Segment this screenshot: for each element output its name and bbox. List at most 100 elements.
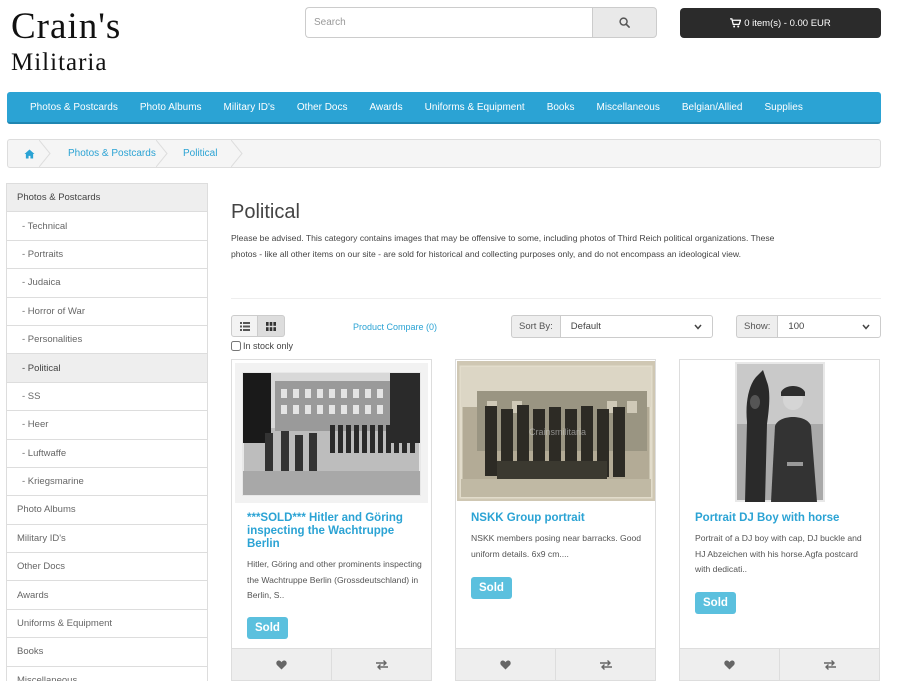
heart-icon bbox=[724, 659, 735, 670]
list-view-button[interactable] bbox=[231, 315, 258, 337]
site-logo[interactable]: Crain's Militaria bbox=[11, 8, 121, 75]
product-name[interactable]: NSKK Group portrait bbox=[471, 512, 646, 525]
sold-badge: Sold bbox=[695, 592, 736, 614]
sidebar-item-military-ids[interactable]: Military ID's bbox=[7, 524, 207, 554]
sidebar-item-horror-of-war[interactable]: - Horror of War bbox=[7, 297, 207, 326]
in-stock-label: In stock only bbox=[243, 341, 294, 351]
nav-item-awards[interactable]: Awards bbox=[358, 102, 413, 113]
sidebar-item-political[interactable]: - Political bbox=[7, 354, 207, 383]
sidebar-item-other-docs[interactable]: Other Docs bbox=[7, 553, 207, 582]
wishlist-button[interactable] bbox=[456, 649, 556, 680]
nav-item-belgian-allied[interactable]: Belgian/Allied bbox=[671, 102, 754, 113]
sidebar-item-ss[interactable]: - SS bbox=[7, 382, 207, 412]
search-button[interactable] bbox=[592, 7, 657, 38]
sort-value: Default bbox=[570, 321, 601, 332]
sidebar-item-photos-postcards[interactable]: Photos & Postcards bbox=[7, 184, 207, 213]
compare-button[interactable] bbox=[556, 649, 655, 680]
product-name[interactable]: Portrait DJ Boy with horse bbox=[695, 512, 870, 525]
product-description: NSKK members posing near barracks. Good … bbox=[471, 533, 642, 559]
sidebar-item-kriegsmarine[interactable]: - Kriegsmarine bbox=[7, 467, 207, 497]
compare-button[interactable] bbox=[780, 649, 879, 680]
cart-label: 0 item(s) - 0.00 EUR bbox=[744, 17, 831, 29]
view-toggle bbox=[231, 315, 285, 337]
sidebar-item-judaica[interactable]: - Judaica bbox=[7, 269, 207, 298]
category-description: Please be advised. This category contain… bbox=[231, 233, 775, 259]
list-icon bbox=[239, 321, 250, 331]
sidebar-item-personalities[interactable]: - Personalities bbox=[7, 325, 207, 355]
product-actions bbox=[680, 648, 879, 680]
sold-badge: Sold bbox=[247, 617, 288, 639]
heart-icon bbox=[276, 659, 287, 670]
grid-icon bbox=[266, 321, 276, 331]
heart-icon bbox=[500, 659, 511, 670]
product-image[interactable]: Crainsmilitaria bbox=[457, 361, 655, 501]
wishlist-button[interactable] bbox=[232, 649, 332, 680]
sidebar-item-photo-albums[interactable]: Photo Albums bbox=[7, 496, 207, 525]
sort-select[interactable]: Default bbox=[559, 315, 713, 338]
nav-item-photos-postcards[interactable]: Photos & Postcards bbox=[19, 102, 129, 113]
nav-item-miscellaneous[interactable]: Miscellaneous bbox=[586, 102, 671, 113]
breadcrumb-label: Political bbox=[183, 148, 218, 159]
sidebar-item-books[interactable]: Books bbox=[7, 638, 207, 667]
chevron-down-icon bbox=[694, 324, 702, 330]
cart-icon bbox=[730, 18, 742, 28]
sidebar-item-luftwaffe[interactable]: - Luftwaffe bbox=[7, 439, 207, 468]
sold-badge: Sold bbox=[471, 577, 512, 599]
breadcrumb-home[interactable] bbox=[8, 140, 51, 167]
breadcrumb-separator bbox=[231, 140, 243, 167]
nav-item-military-ids[interactable]: Military ID's bbox=[213, 102, 286, 113]
product-name[interactable]: ***SOLD*** Hitler and Göring inspecting … bbox=[247, 512, 422, 551]
breadcrumb: Photos & Postcards Political bbox=[7, 139, 881, 168]
search-box bbox=[305, 7, 657, 38]
product-actions bbox=[232, 648, 431, 680]
search-input[interactable] bbox=[305, 7, 592, 38]
product-description: Portrait of a DJ boy with cap, DJ buckle… bbox=[695, 533, 862, 574]
in-stock-filter[interactable]: In stock only bbox=[231, 341, 293, 351]
nav-item-books[interactable]: Books bbox=[536, 102, 586, 113]
product-photo: Crainsmilitaria bbox=[457, 361, 655, 501]
sidebar-item-technical[interactable]: - Technical bbox=[7, 212, 207, 241]
main-nav: Photos & Postcards Photo Albums Military… bbox=[7, 92, 881, 124]
breadcrumb-photos-postcards[interactable]: Photos & Postcards bbox=[50, 140, 168, 167]
product-card: Portrait DJ Boy with horse Portrait of a… bbox=[679, 359, 880, 681]
compare-button[interactable] bbox=[332, 649, 431, 680]
product-card: Crainsmilitaria NSKK Group portrait NSKK… bbox=[455, 359, 656, 681]
exchange-icon bbox=[375, 659, 388, 670]
nav-item-photo-albums[interactable]: Photo Albums bbox=[129, 102, 213, 113]
sidebar-item-miscellaneous[interactable]: Miscellaneous bbox=[7, 666, 207, 681]
svg-text:Crainsmilitaria: Crainsmilitaria bbox=[529, 427, 586, 437]
sidebar-item-uniforms-equipment[interactable]: Uniforms & Equipment bbox=[7, 609, 207, 639]
sort-control: Sort By: Default bbox=[511, 315, 713, 338]
search-icon bbox=[619, 17, 630, 28]
sidebar-item-portraits[interactable]: - Portraits bbox=[7, 240, 207, 270]
product-actions bbox=[456, 648, 655, 680]
product-compare-link[interactable]: Product Compare (0) bbox=[353, 322, 437, 332]
show-label: Show: bbox=[736, 315, 778, 338]
sidebar-item-awards[interactable]: Awards bbox=[7, 581, 207, 610]
limit-select[interactable]: 100 bbox=[777, 315, 882, 338]
nav-item-uniforms-equipment[interactable]: Uniforms & Equipment bbox=[414, 102, 536, 113]
breadcrumb-label: Photos & Postcards bbox=[68, 148, 156, 159]
breadcrumb-political[interactable]: Political bbox=[167, 140, 243, 167]
divider bbox=[231, 298, 881, 299]
product-photo bbox=[235, 363, 428, 503]
exchange-icon bbox=[599, 659, 612, 670]
wishlist-button[interactable] bbox=[680, 649, 780, 680]
chevron-down-icon bbox=[862, 324, 870, 330]
product-image[interactable] bbox=[235, 363, 428, 503]
cart-button[interactable]: 0 item(s) - 0.00 EUR bbox=[680, 8, 881, 38]
product-description: Hitler, Göring and other prominents insp… bbox=[247, 559, 422, 600]
product-photo bbox=[735, 362, 825, 502]
in-stock-checkbox[interactable] bbox=[231, 341, 241, 351]
sidebar-item-heer[interactable]: - Heer bbox=[7, 411, 207, 440]
nav-item-supplies[interactable]: Supplies bbox=[753, 102, 813, 113]
nav-item-other-docs[interactable]: Other Docs bbox=[286, 102, 359, 113]
category-sidebar: Photos & Postcards - Technical - Portrai… bbox=[6, 183, 208, 681]
product-image[interactable] bbox=[735, 362, 825, 502]
grid-view-button[interactable] bbox=[258, 315, 285, 337]
page-title: Political bbox=[231, 201, 300, 223]
product-card: ***SOLD*** Hitler and Göring inspecting … bbox=[231, 359, 432, 681]
limit-control: Show: 100 bbox=[736, 315, 882, 338]
sort-label: Sort By: bbox=[511, 315, 560, 338]
logo-line-2: Militaria bbox=[11, 49, 108, 76]
